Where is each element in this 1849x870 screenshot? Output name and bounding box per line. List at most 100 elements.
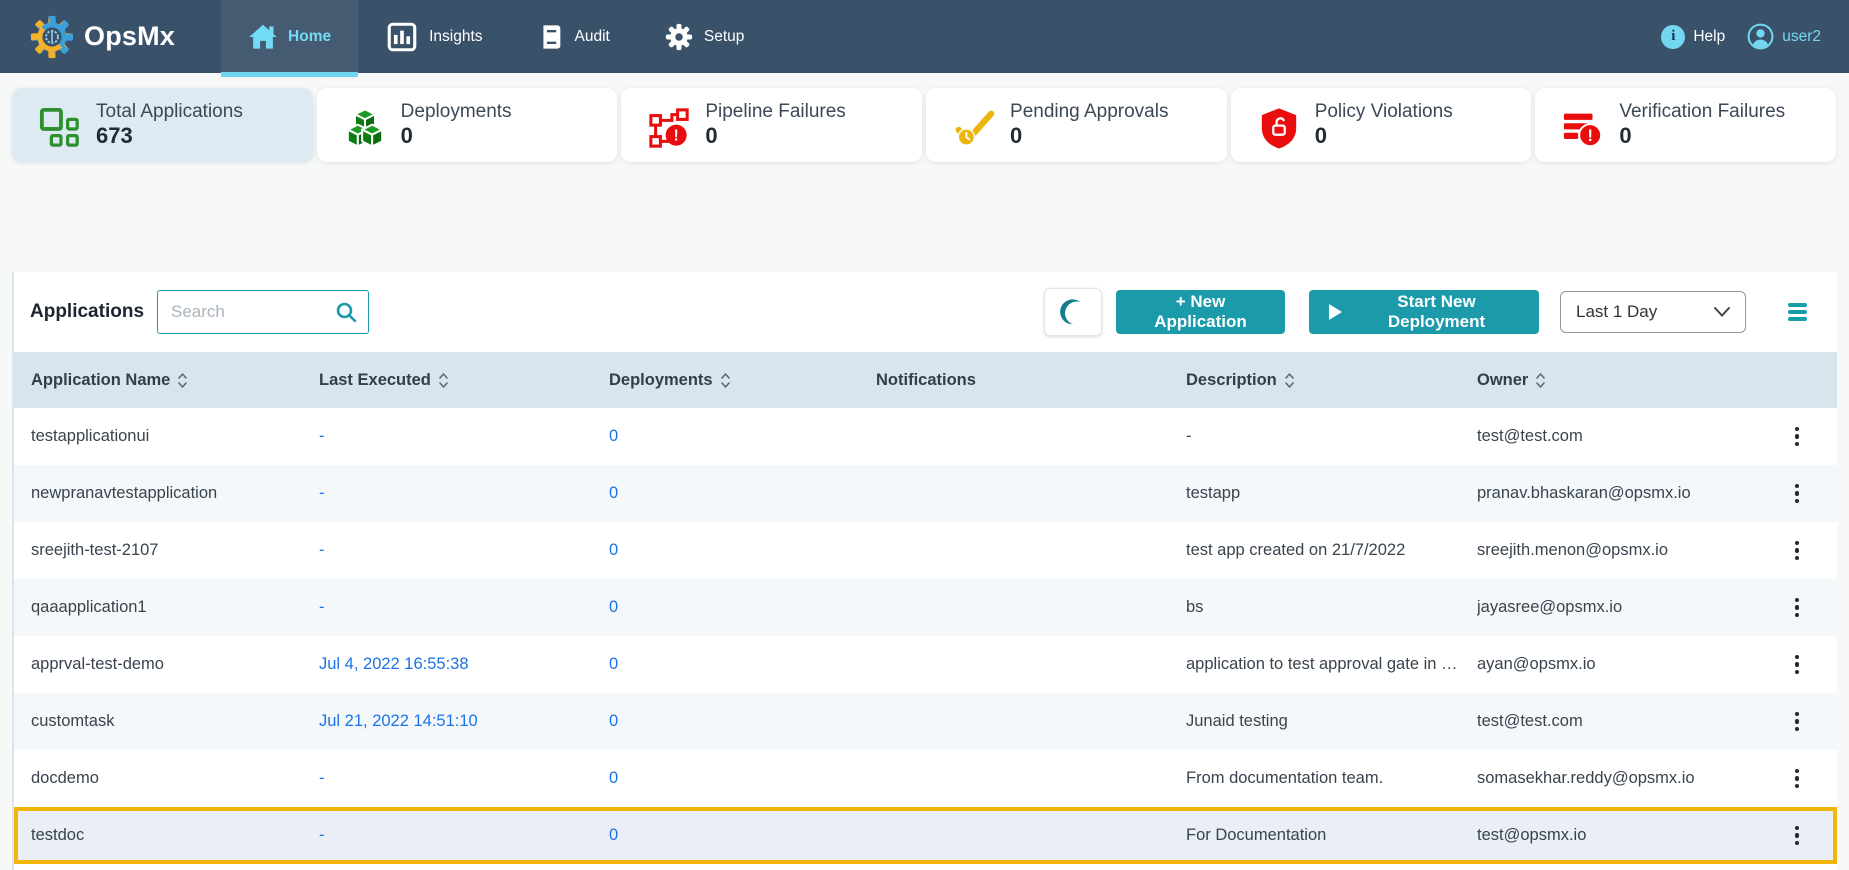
row-kebab-menu-button[interactable] (1785, 535, 1809, 566)
svg-text:!: ! (674, 127, 679, 144)
crescent-toggle-button[interactable] (1044, 288, 1102, 336)
help-button[interactable]: i Help (1661, 25, 1725, 49)
row-kebab-menu-button[interactable] (1785, 421, 1809, 452)
deployments-count-link[interactable]: 0 (609, 655, 876, 674)
card-label: Pipeline Failures (705, 101, 845, 123)
table-header: Application Name Last Executed Deploymen… (14, 352, 1837, 408)
tab-home[interactable]: Home (221, 0, 358, 73)
column-header-deployments[interactable]: Deployments (609, 371, 876, 390)
help-label: Help (1693, 28, 1725, 46)
tab-insights[interactable]: Insights (358, 0, 509, 73)
last-executed-cell: Jul 21, 2022 14:51:10 (319, 712, 609, 731)
column-header-application-name[interactable]: Application Name (14, 371, 319, 390)
application-name-cell[interactable]: customtask (14, 712, 319, 731)
last-executed-cell: - (319, 427, 609, 446)
last-executed-cell: - (319, 598, 609, 617)
row-kebab-menu-button[interactable] (1785, 478, 1809, 509)
sort-icon (1285, 373, 1294, 388)
table-row[interactable]: customtask Jul 21, 2022 14:51:10 0 Junai… (14, 693, 1837, 750)
list-error-icon: ! (1562, 107, 1604, 149)
owner-cell: test@test.com (1477, 712, 1757, 731)
application-name-cell[interactable]: testdoc (14, 826, 319, 845)
table-row[interactable]: testapplicationui - 0 - test@test.com (14, 408, 1837, 465)
sort-icon (1536, 373, 1545, 388)
deployments-count-link[interactable]: 0 (609, 712, 876, 731)
brand-name: OpsMx (84, 21, 175, 52)
table-row[interactable]: qaaapplication1 - 0 bs jayasree@opsmx.io (14, 579, 1837, 636)
main-nav: Home Insights Audit (221, 0, 771, 73)
tab-home-label: Home (288, 28, 331, 46)
column-label: Description (1186, 371, 1277, 390)
deployments-count-link[interactable]: 0 (609, 598, 876, 617)
card-pending-approvals[interactable]: Pending Approvals 0 (926, 88, 1227, 162)
table-row[interactable]: sreejith-test-2107 - 0 test app created … (14, 522, 1837, 579)
application-name-cell[interactable]: testapplicationui (14, 427, 319, 446)
card-label: Policy Violations (1315, 101, 1453, 123)
column-label: Deployments (609, 371, 713, 390)
column-label: Notifications (876, 371, 976, 390)
user-avatar-icon (1747, 23, 1774, 50)
row-kebab-menu-button[interactable] (1785, 592, 1809, 623)
tab-audit[interactable]: Audit (510, 0, 637, 73)
applications-toolbar: Applications + New App (14, 272, 1837, 352)
application-name-cell[interactable]: newpranavtestapplication (14, 484, 319, 503)
info-icon: i (1661, 25, 1685, 49)
column-header-notifications: Notifications (876, 371, 1186, 390)
application-name-cell[interactable]: sreejith-test-2107 (14, 541, 319, 560)
row-kebab-menu-button[interactable] (1785, 706, 1809, 737)
tab-setup-label: Setup (704, 28, 745, 46)
username-label: user2 (1782, 28, 1821, 46)
table-body: testapplicationui - 0 - test@test.com ne… (14, 408, 1837, 864)
navbar-right: i Help user2 (1661, 0, 1849, 73)
description-cell: Junaid testing (1186, 712, 1477, 731)
user-menu[interactable]: user2 (1747, 23, 1821, 50)
tab-setup[interactable]: Setup (637, 0, 772, 73)
column-header-description[interactable]: Description (1186, 371, 1477, 390)
search-input[interactable] (158, 302, 334, 322)
deployments-count-link[interactable]: 0 (609, 769, 876, 788)
column-label: Application Name (31, 371, 170, 390)
sort-icon (721, 373, 730, 388)
card-label: Deployments (401, 101, 512, 123)
last-executed-cell: - (319, 769, 609, 788)
application-name-cell[interactable]: docdemo (14, 769, 319, 788)
time-filter-value: Last 1 Day (1576, 302, 1657, 322)
deployments-count-link[interactable]: 0 (609, 826, 876, 845)
table-row[interactable]: testdoc - 0 For Documentation test@opsmx… (14, 807, 1837, 864)
column-header-owner[interactable]: Owner (1477, 371, 1757, 390)
deployments-count-link[interactable]: 0 (609, 427, 876, 446)
search-button[interactable] (334, 300, 368, 324)
new-application-button[interactable]: + New Application (1116, 290, 1285, 334)
row-kebab-menu-button[interactable] (1785, 820, 1809, 851)
description-cell: For Documentation (1186, 826, 1477, 845)
card-verification-failures[interactable]: ! Verification Failures 0 (1535, 88, 1836, 162)
column-header-last-executed[interactable]: Last Executed (319, 371, 609, 390)
application-name-cell[interactable]: apprval-test-demo (14, 655, 319, 674)
deployments-count-link[interactable]: 0 (609, 541, 876, 560)
table-row[interactable]: apprval-test-demo Jul 4, 2022 16:55:38 0… (14, 636, 1837, 693)
card-policy-violations[interactable]: Policy Violations 0 (1231, 88, 1532, 162)
opsmx-logo[interactable]: OpsMx (0, 0, 175, 73)
tab-audit-label: Audit (575, 28, 610, 46)
card-label: Verification Failures (1619, 101, 1785, 123)
play-icon (1329, 304, 1343, 320)
deployments-count-link[interactable]: 0 (609, 484, 876, 503)
card-value: 0 (1010, 123, 1168, 149)
list-view-menu-icon[interactable] (1784, 299, 1811, 325)
application-name-cell[interactable]: qaaapplication1 (14, 598, 319, 617)
row-kebab-menu-button[interactable] (1785, 763, 1809, 794)
card-pipeline-failures[interactable]: ! Pipeline Failures 0 (621, 88, 922, 162)
start-new-deployment-button[interactable]: Start New Deployment (1309, 290, 1539, 334)
row-kebab-menu-button[interactable] (1785, 649, 1809, 680)
table-row[interactable]: docdemo - 0 From documentation team. som… (14, 750, 1837, 807)
pipeline-error-icon: ! (648, 107, 690, 149)
sort-icon (439, 373, 448, 388)
card-value: 0 (1619, 123, 1785, 149)
time-filter-select[interactable]: Last 1 Day (1560, 291, 1746, 333)
column-label: Last Executed (319, 371, 431, 390)
stats-cards: Total Applications 673 (12, 88, 1836, 162)
card-deployments[interactable]: Deployments 0 (317, 88, 618, 162)
card-total-applications[interactable]: Total Applications 673 (12, 88, 313, 162)
table-row[interactable]: newpranavtestapplication - 0 testapp pra… (14, 465, 1837, 522)
owner-cell: somasekhar.reddy@opsmx.io (1477, 769, 1757, 788)
